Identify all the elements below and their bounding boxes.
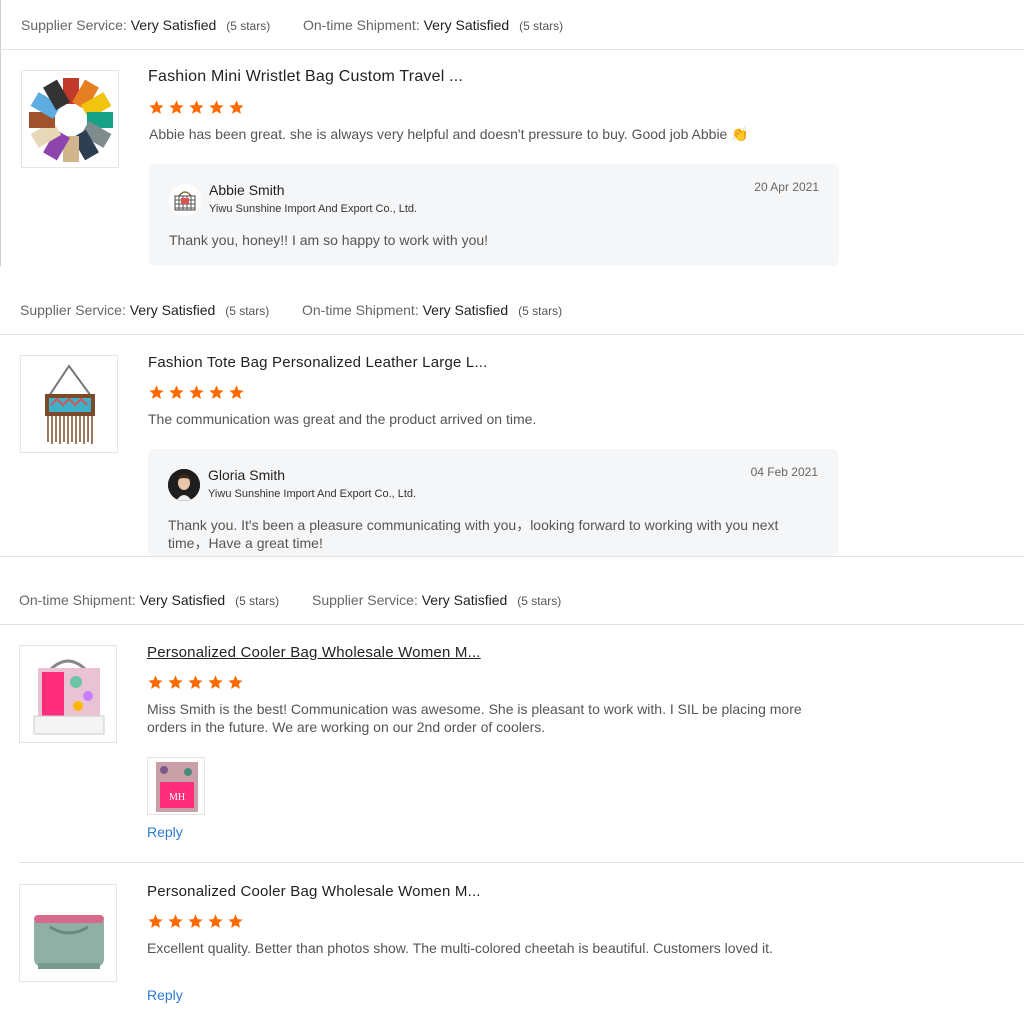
supplier-service-value: Very Satisfied (129, 302, 216, 318)
ontime-shipment-value: Very Satisfied (139, 592, 226, 608)
supplier-service-stars: (5 stars) (226, 19, 271, 33)
reply-company-name: Yiwu Sunshine Import And Export Co., Ltd… (208, 488, 417, 500)
star-icon (148, 914, 163, 928)
star-icon (208, 675, 223, 689)
review-text: The communication was great and the prod… (148, 411, 537, 427)
reply-link[interactable]: Reply (147, 987, 183, 1003)
tote-bag-icon (174, 191, 196, 211)
review-text: Excellent quality. Better than photos sh… (147, 940, 773, 956)
star-icon (228, 914, 243, 928)
cooler-bag-image (33, 659, 105, 735)
product-title[interactable]: Personalized Cooler Bag Wholesale Women … (147, 883, 481, 900)
svg-text:MH: MH (169, 792, 185, 803)
divider (0, 334, 1024, 335)
star-icon (228, 675, 243, 689)
reply-date: 20 Apr 2021 (754, 180, 819, 194)
supplier-service-label: Supplier Service: (21, 17, 127, 33)
rating-summary: Supplier Service: Very Satisfied (5 star… (312, 592, 561, 608)
product-title[interactable]: Fashion Mini Wristlet Bag Custom Travel … (148, 68, 463, 86)
product-thumbnail[interactable] (19, 645, 117, 743)
left-border (0, 0, 1, 266)
cooler-bag-grey-image (34, 915, 104, 969)
product-title[interactable]: Fashion Tote Bag Personalized Leather La… (148, 354, 488, 371)
divider (0, 624, 1024, 625)
star-icon (188, 914, 203, 928)
review-photo[interactable]: MH (147, 757, 205, 815)
star-icon (189, 385, 204, 399)
reply-author-name: Gloria Smith (208, 467, 286, 483)
star-icon (149, 385, 164, 399)
wristlet-bags-image (29, 78, 113, 162)
supplier-service-stars: (5 stars) (517, 594, 562, 608)
divider (19, 862, 1024, 863)
star-icon (208, 914, 223, 928)
star-icon (209, 100, 224, 114)
reply-message: Thank you. It's been a pleasure communic… (168, 517, 779, 551)
ontime-shipment-stars: (5 stars) (518, 304, 563, 318)
ontime-shipment-stars: (5 stars) (519, 19, 564, 33)
fringe-tote-image (45, 364, 95, 444)
star-icon (209, 385, 224, 399)
supplier-reply: Gloria Smith Yiwu Sunshine Import And Ex… (148, 449, 838, 556)
rating-summary: Supplier Service: Very Satisfied (5 star… (21, 17, 270, 33)
rating-summary: On-time Shipment: Very Satisfied (5 star… (19, 592, 279, 608)
product-thumbnail[interactable] (19, 884, 117, 982)
reply-author-name: Abbie Smith (209, 182, 285, 198)
ontime-shipment-stars: (5 stars) (235, 594, 280, 608)
divider (0, 49, 1024, 50)
star-icon (188, 675, 203, 689)
review-text-body: Abbie has been great. she is always very… (149, 126, 728, 142)
ontime-shipment-value: Very Satisfied (423, 17, 510, 33)
cooler-photo-image: MH (148, 758, 204, 814)
rating-summary: Supplier Service: Very Satisfied (5 star… (20, 302, 269, 318)
product-thumbnail[interactable] (21, 70, 119, 168)
supplier-service-value: Very Satisfied (130, 17, 217, 33)
clapping-hands-icon: 👏 (731, 126, 749, 142)
star-icon (148, 675, 163, 689)
star-icon (169, 100, 184, 114)
star-rating (147, 674, 244, 691)
rating-summary: On-time Shipment: Very Satisfied (5 star… (302, 302, 562, 318)
supplier-avatar (168, 469, 200, 501)
rating-summary: On-time Shipment: Very Satisfied (5 star… (303, 17, 563, 33)
reply-message: Thank you, honey!! I am so happy to work… (169, 232, 489, 248)
reply-date: 04 Feb 2021 (750, 465, 818, 479)
review-text: Miss Smith is the best! Communication wa… (147, 701, 802, 735)
supplier-service-label: Supplier Service: (20, 302, 126, 318)
supplier-service-value: Very Satisfied (421, 592, 508, 608)
supplier-service-stars: (5 stars) (225, 304, 270, 318)
star-rating (148, 99, 245, 116)
star-icon (229, 385, 244, 399)
review-text: Abbie has been great. she is always very… (149, 125, 829, 143)
star-icon (169, 385, 184, 399)
product-title-link[interactable]: Personalized Cooler Bag Wholesale Women … (147, 644, 481, 661)
ontime-shipment-label: On-time Shipment: (303, 17, 420, 33)
ontime-shipment-value: Very Satisfied (422, 302, 509, 318)
star-icon (168, 675, 183, 689)
star-rating (147, 913, 244, 930)
supplier-reply: Abbie Smith Yiwu Sunshine Import And Exp… (149, 164, 839, 266)
product-thumbnail[interactable] (20, 355, 118, 453)
star-icon (149, 100, 164, 114)
star-icon (229, 100, 244, 114)
person-avatar-icon (168, 469, 200, 501)
reply-company-name: Yiwu Sunshine Import And Export Co., Ltd… (209, 203, 418, 215)
divider (0, 556, 1024, 557)
star-icon (189, 100, 204, 114)
supplier-service-label: Supplier Service: (312, 592, 418, 608)
ontime-shipment-label: On-time Shipment: (302, 302, 419, 318)
supplier-avatar (169, 184, 201, 216)
reply-link[interactable]: Reply (147, 824, 183, 840)
star-icon (168, 914, 183, 928)
ontime-shipment-label: On-time Shipment: (19, 592, 136, 608)
star-rating (148, 384, 245, 401)
